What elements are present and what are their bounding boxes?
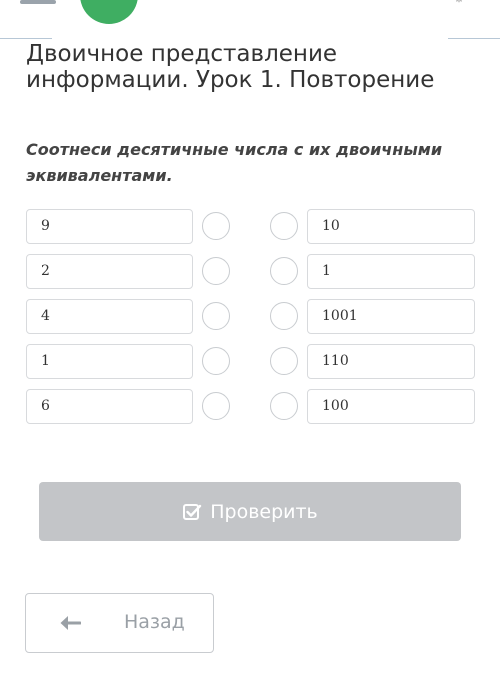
settings-icon[interactable]: ⚙ bbox=[448, 0, 470, 4]
right-item[interactable]: 10 bbox=[307, 209, 475, 244]
left-item[interactable]: 4 bbox=[26, 299, 193, 334]
right-connector-dot[interactable] bbox=[270, 347, 298, 375]
right-item[interactable]: 1 bbox=[307, 254, 475, 289]
matching-row: 6 100 bbox=[0, 389, 500, 426]
right-item[interactable]: 110 bbox=[307, 344, 475, 379]
right-connector-dot[interactable] bbox=[270, 212, 298, 240]
hamburger-menu-icon[interactable] bbox=[20, 0, 56, 4]
back-button-label: Назад bbox=[124, 611, 185, 633]
matching-row: 9 10 bbox=[0, 209, 500, 246]
right-item[interactable]: 100 bbox=[307, 389, 475, 424]
left-connector-dot[interactable] bbox=[202, 212, 230, 240]
header-divider-left bbox=[0, 38, 52, 39]
check-button-label: Проверить bbox=[210, 500, 318, 523]
right-connector-dot[interactable] bbox=[270, 257, 298, 285]
left-item[interactable]: 2 bbox=[26, 254, 193, 289]
task-instruction: Соотнеси десятичные числа с их двоичными… bbox=[26, 140, 443, 185]
header-divider-right bbox=[448, 38, 500, 39]
left-item[interactable]: 1 bbox=[26, 344, 193, 379]
matching-row: 1 110 bbox=[0, 344, 500, 381]
check-square-icon bbox=[183, 503, 202, 520]
back-button[interactable]: Назад bbox=[25, 593, 214, 653]
left-connector-dot[interactable] bbox=[202, 347, 230, 375]
matching-row: 4 1001 bbox=[0, 299, 500, 336]
left-item[interactable]: 9 bbox=[26, 209, 193, 244]
matching-row: 2 1 bbox=[0, 254, 500, 291]
right-connector-dot[interactable] bbox=[270, 302, 298, 330]
left-connector-dot[interactable] bbox=[202, 302, 230, 330]
left-item[interactable]: 6 bbox=[26, 389, 193, 424]
left-connector-dot[interactable] bbox=[202, 257, 230, 285]
right-item[interactable]: 1001 bbox=[307, 299, 475, 334]
check-button[interactable]: Проверить bbox=[39, 482, 461, 541]
lesson-title: Двоичное представление информации. Урок … bbox=[26, 41, 435, 93]
top-bar: ⚙ bbox=[0, 0, 500, 40]
left-connector-dot[interactable] bbox=[202, 392, 230, 420]
avatar[interactable] bbox=[80, 0, 138, 24]
right-connector-dot[interactable] bbox=[270, 392, 298, 420]
arrow-left-icon bbox=[60, 616, 81, 630]
